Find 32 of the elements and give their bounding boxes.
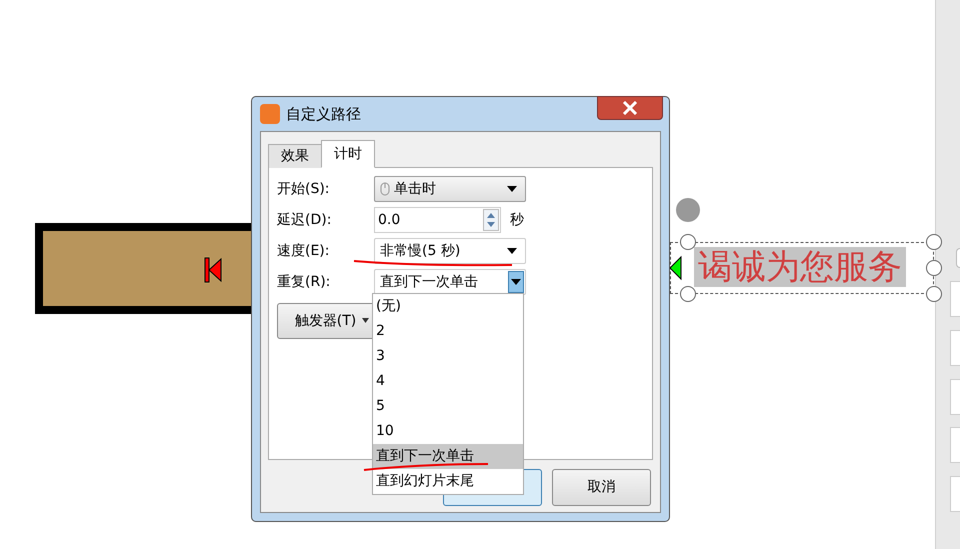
field-label: 重复(R): — [277, 272, 332, 292]
caret-icon — [511, 279, 521, 285]
window-title: 自定义路径 — [286, 104, 361, 125]
resize-handle[interactable] — [680, 234, 696, 250]
dropdown-option[interactable]: 直到下一次单击 — [373, 444, 523, 469]
dropdown[interactable]: 直到下一次单击 — [374, 269, 526, 295]
field-label: 开始(S): — [277, 180, 331, 198]
dropdown-toggle-button[interactable] — [508, 271, 524, 293]
rotate-handle-icon — [676, 198, 700, 222]
tab[interactable]: 计时 — [321, 140, 375, 168]
tab[interactable]: 效果 — [268, 144, 322, 168]
caret-icon — [362, 318, 370, 324]
close-icon — [622, 101, 638, 115]
unit-label: 秒 — [510, 210, 524, 230]
cancel-button[interactable]: 取消 — [552, 469, 651, 506]
dropdown-value: 非常慢(5 秒) — [380, 242, 462, 260]
field-label: 速度(E): — [277, 242, 330, 260]
path-end-icon — [669, 255, 683, 281]
field-label: 延迟(D): — [277, 210, 332, 230]
dropdown[interactable]: 单击时 — [374, 176, 526, 202]
resize-handle[interactable] — [926, 286, 942, 302]
dropdown-value: 直到下一次单击 — [380, 272, 479, 292]
spinner-field[interactable]: 0.0 — [374, 207, 501, 233]
dropdown-value: 单击时 — [394, 180, 437, 198]
resize-handle[interactable] — [680, 286, 696, 302]
resize-handle[interactable] — [926, 234, 942, 250]
spin-buttons-icon[interactable] — [483, 209, 499, 231]
path-start-icon — [204, 257, 224, 283]
resize-handle[interactable] — [926, 260, 942, 276]
app-logo-icon — [260, 104, 280, 124]
close-button[interactable] — [597, 96, 663, 120]
dropdown[interactable]: 非常慢(5 秒) — [374, 238, 526, 264]
